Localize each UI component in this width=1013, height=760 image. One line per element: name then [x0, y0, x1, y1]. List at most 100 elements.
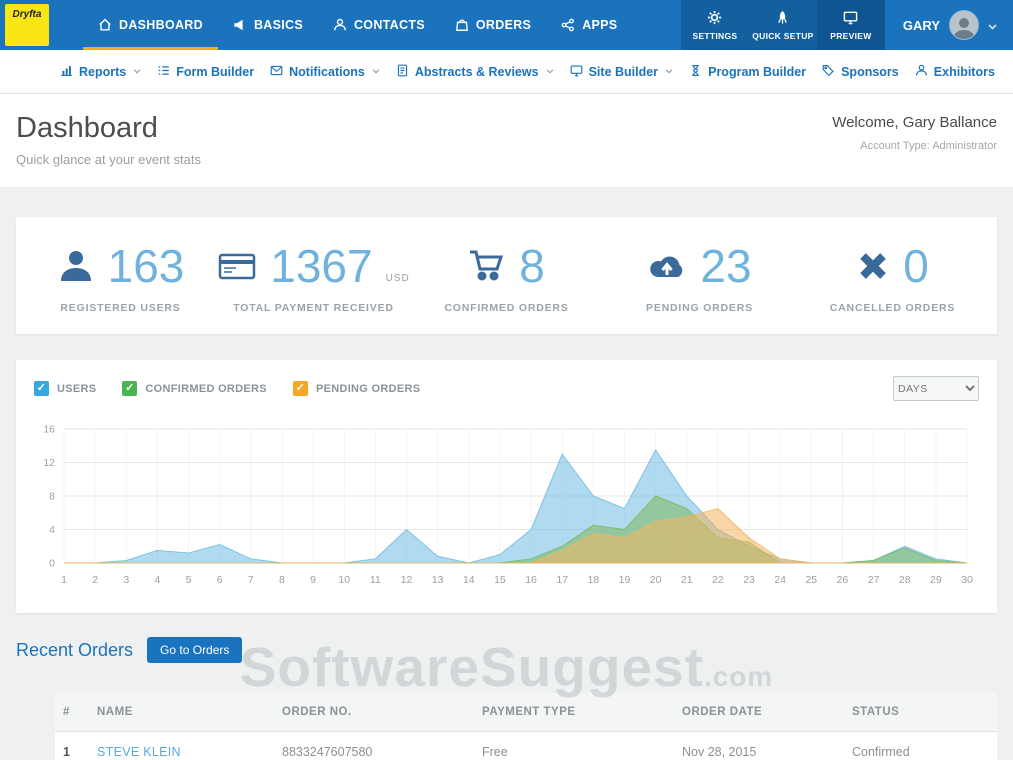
svg-text:6: 6 [217, 574, 223, 586]
stat-label: CANCELLED ORDERS [796, 302, 989, 314]
column-header-order-date: ORDER DATE [674, 693, 844, 732]
table-header-row: # NAME ORDER NO. PAYMENT TYPE ORDER DATE… [55, 693, 997, 732]
order-name-link[interactable]: STEVE KLEIN [97, 745, 181, 759]
cart-icon [468, 248, 506, 284]
stat-label: REGISTERED USERS [24, 302, 217, 314]
stat-suffix: USD [386, 273, 410, 284]
x-icon [856, 249, 890, 283]
nav-label: DASHBOARD [119, 18, 203, 32]
stat-value: 23 [700, 243, 751, 289]
nav-item-contacts[interactable]: CONTACTS [318, 0, 440, 50]
monitor-icon [570, 64, 583, 80]
recent-orders-title: Recent Orders [16, 640, 133, 661]
legend-confirmed-orders: CONFIRMED ORDERS [122, 381, 267, 396]
svg-text:14: 14 [463, 574, 475, 586]
nav-item-dashboard[interactable]: DASHBOARD [83, 0, 218, 50]
svg-text:15: 15 [494, 574, 506, 586]
nav-label: APPS [582, 18, 617, 32]
svg-text:2: 2 [92, 574, 98, 586]
svg-text:16: 16 [525, 574, 537, 586]
chevron-down-icon [988, 18, 997, 33]
tool-label: QUICK SETUP [752, 31, 813, 41]
settings-button[interactable]: SETTINGS [681, 0, 749, 50]
gear-icon [707, 10, 722, 27]
stat-confirmed-orders: 8 CONFIRMED ORDERS [410, 241, 603, 314]
subnav-label: Notifications [289, 65, 365, 79]
go-to-orders-button[interactable]: Go to Orders [147, 637, 242, 663]
svg-text:8: 8 [279, 574, 285, 586]
svg-text:16: 16 [43, 424, 55, 436]
subnav-label: Sponsors [841, 65, 899, 79]
stat-value: 1367 [270, 243, 372, 289]
nav-label: ORDERS [476, 18, 531, 32]
svg-text:7: 7 [248, 574, 254, 586]
account-type-text: Account Type: Administrator [832, 140, 997, 152]
subnav-item-notifications[interactable]: Notifications [270, 64, 380, 80]
quick-setup-button[interactable]: QUICK SETUP [749, 0, 817, 50]
svg-text:24: 24 [774, 574, 786, 586]
svg-text:21: 21 [681, 574, 693, 586]
confirmed-orders-checkbox[interactable] [122, 381, 137, 396]
subnav-label: Abstracts & Reviews [415, 65, 539, 79]
column-header-status: STATUS [844, 693, 997, 732]
subnav-label: Form Builder [176, 65, 254, 79]
bar-chart-icon [60, 64, 73, 80]
user-menu[interactable]: GARY [885, 0, 1013, 50]
monitor-icon [843, 10, 858, 27]
users-checkbox[interactable] [34, 381, 49, 396]
bag-icon [455, 18, 469, 32]
chevron-down-icon [665, 69, 673, 74]
svg-text:26: 26 [837, 574, 849, 586]
table-row: 1 STEVE KLEIN 8833247607580 Free Nov 28,… [55, 732, 997, 760]
svg-text:0: 0 [49, 558, 55, 570]
period-select[interactable]: DAYS [893, 376, 979, 401]
subnav-item-reports[interactable]: Reports [60, 64, 141, 80]
home-icon [98, 18, 112, 32]
stat-label: PENDING ORDERS [603, 302, 796, 314]
tag-icon [822, 64, 835, 80]
legend-label: PENDING ORDERS [316, 383, 420, 395]
page-header: Dashboard Quick glance at your event sta… [0, 94, 1013, 187]
tool-label: PREVIEW [830, 31, 871, 41]
svg-text:12: 12 [43, 457, 55, 469]
user-icon [57, 248, 95, 284]
tool-label: SETTINGS [692, 31, 737, 41]
svg-text:23: 23 [743, 574, 755, 586]
svg-text:29: 29 [930, 574, 942, 586]
nav-item-apps[interactable]: APPS [546, 0, 632, 50]
subnav-item-site-builder[interactable]: Site Builder [570, 64, 673, 80]
column-header-order-no: ORDER NO. [274, 693, 474, 732]
main-nav: DASHBOARD BASICS CONTACTS ORDERS APPS [83, 0, 632, 50]
legend-label: USERS [57, 383, 96, 395]
svg-text:18: 18 [588, 574, 600, 586]
cell-payment-type: Free [474, 732, 674, 760]
nav-item-orders[interactable]: ORDERS [440, 0, 546, 50]
stats-card: 163 REGISTERED USERS 1367 USD TOTAL PAYM… [16, 217, 997, 334]
list-icon [157, 64, 170, 80]
subnav-label: Site Builder [589, 65, 658, 79]
pending-orders-checkbox[interactable] [293, 381, 308, 396]
svg-text:25: 25 [805, 574, 817, 586]
nav-tools: SETTINGS QUICK SETUP PREVIEW [681, 0, 885, 50]
svg-text:4: 4 [154, 574, 160, 586]
stat-registered-users: 163 REGISTERED USERS [24, 241, 217, 314]
subnav-item-exhibitors[interactable]: Exhibitors [915, 64, 995, 80]
hourglass-icon [689, 64, 702, 80]
legend-users: USERS [34, 381, 96, 396]
svg-text:13: 13 [432, 574, 444, 586]
subnav-item-form-builder[interactable]: Form Builder [157, 64, 254, 80]
subnav-label: Program Builder [708, 65, 806, 79]
subnav-item-abstracts-reviews[interactable]: Abstracts & Reviews [396, 64, 554, 80]
app-logo[interactable]: Dryfta [5, 4, 49, 46]
preview-button[interactable]: PREVIEW [817, 0, 885, 50]
stat-label: CONFIRMED ORDERS [410, 302, 603, 314]
area-chart: 0481216123456789101112131415161718192021… [34, 415, 979, 605]
recent-orders-header: Recent Orders Go to Orders [0, 637, 1013, 663]
rocket-icon [775, 10, 790, 27]
user-name: GARY [903, 18, 940, 33]
subnav-item-program-builder[interactable]: Program Builder [689, 64, 806, 80]
svg-text:28: 28 [899, 574, 911, 586]
subnav-item-sponsors[interactable]: Sponsors [822, 64, 899, 80]
nav-item-basics[interactable]: BASICS [218, 0, 318, 50]
svg-text:22: 22 [712, 574, 724, 586]
